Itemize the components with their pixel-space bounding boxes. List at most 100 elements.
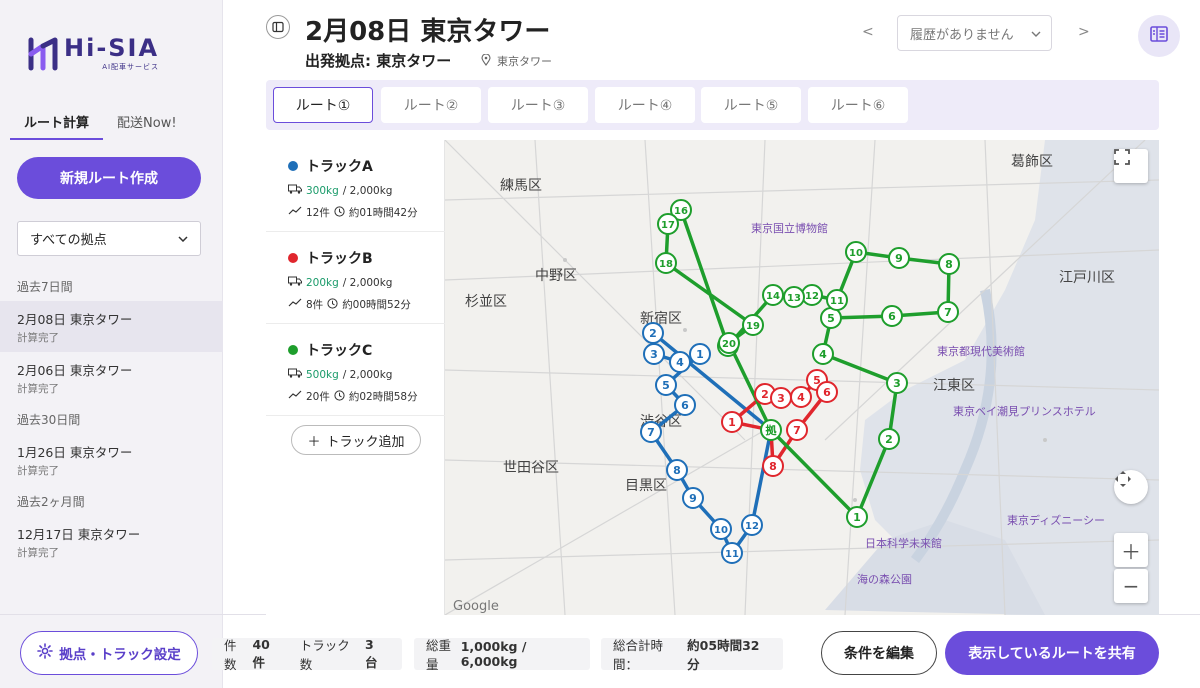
add-truck-button[interactable]: ＋ トラック追加 bbox=[291, 425, 421, 455]
zoom-out-button[interactable]: − bbox=[1114, 569, 1148, 603]
tab-route-6[interactable]: ルート⑥ bbox=[808, 87, 908, 123]
map-label: 東京国立博物館 bbox=[751, 221, 828, 235]
fullscreen-button[interactable] bbox=[1114, 149, 1148, 183]
truck-color-dot bbox=[288, 161, 298, 171]
map-label: 江東区 bbox=[933, 378, 975, 394]
stop-number: 2 bbox=[649, 327, 657, 340]
map-pan-control[interactable] bbox=[1114, 470, 1148, 504]
truck-color-dot bbox=[288, 253, 298, 263]
sidebar: Hi-SIA AI配車サービス ルート計算 配送Now! 新規ルート作成 すべて… bbox=[0, 0, 223, 688]
stop-number: 8 bbox=[673, 464, 681, 477]
stop-number: 9 bbox=[689, 492, 697, 505]
truck-card[interactable]: トラックA 300kg / 2,000kg 12件 約01時間42分 bbox=[266, 140, 445, 232]
view-toggle-button[interactable] bbox=[1138, 15, 1180, 57]
stop-number: 12 bbox=[745, 521, 759, 532]
stat-value: 約05時間32分 bbox=[687, 638, 760, 672]
truck-card[interactable]: トラックB 200kg / 2,000kg 8件 約00時間52分 bbox=[266, 232, 445, 324]
stop-number: 19 bbox=[746, 321, 760, 332]
tab-delivery-now[interactable]: 配送Now! bbox=[103, 108, 191, 140]
stop-number: 11 bbox=[830, 296, 844, 307]
logo-subtitle: AI配車サービス bbox=[102, 63, 160, 71]
logo-mark-icon bbox=[28, 36, 58, 72]
stop-number: 1 bbox=[696, 348, 704, 361]
stop-number: 8 bbox=[769, 460, 777, 473]
base-select-value: すべての拠点 bbox=[30, 233, 107, 248]
map-label: 杉並区 bbox=[465, 294, 507, 310]
stop-number: 10 bbox=[714, 525, 728, 536]
truck-color-dot bbox=[288, 345, 298, 355]
truck-icon bbox=[288, 368, 302, 381]
history-next-button[interactable]: > bbox=[1078, 24, 1090, 40]
page-subtitle: 出発拠点: 東京タワー bbox=[305, 52, 452, 70]
stop-number: 17 bbox=[661, 220, 675, 231]
route-tabs: ルート① ルート② ルート③ ルート④ ルート⑤ ルート⑥ bbox=[266, 80, 1159, 130]
zoom-in-button[interactable]: ＋ bbox=[1114, 533, 1148, 567]
history-select[interactable]: 履歴がありません bbox=[897, 15, 1052, 51]
truck-time: 約02時間58分 bbox=[348, 391, 418, 403]
stat-total-time: 総合計時間： 約05時間32分 bbox=[601, 638, 783, 672]
stop-number: 10 bbox=[849, 248, 863, 259]
map-label: 葛飾区 bbox=[1011, 154, 1053, 170]
history-item-title: 2月08日 東京タワー bbox=[17, 312, 133, 327]
chevron-down-icon bbox=[178, 231, 188, 246]
map-label: 東京ディズニーシー bbox=[1007, 513, 1105, 527]
stat-label: 件数 bbox=[224, 638, 237, 672]
trend-icon bbox=[288, 390, 302, 403]
stop-number: 4 bbox=[819, 348, 827, 361]
base-select[interactable]: すべての拠点 bbox=[17, 221, 201, 256]
truck-name: トラックB bbox=[306, 251, 373, 267]
map-label: 中野区 bbox=[535, 268, 577, 284]
history-group-label: 過去2ヶ月間 bbox=[17, 495, 85, 509]
stop-number: 9 bbox=[895, 252, 903, 265]
plus-icon: ＋ bbox=[307, 434, 321, 450]
history-item-title: 2月06日 東京タワー bbox=[17, 363, 133, 378]
stop-number: 1 bbox=[728, 416, 736, 429]
map-label: 江戸川区 bbox=[1059, 270, 1115, 286]
stop-number: 4 bbox=[676, 356, 684, 369]
settings-label: 拠点・トラック設定 bbox=[59, 647, 181, 663]
base-truck-settings-button[interactable]: 拠点・トラック設定 bbox=[20, 631, 198, 675]
trend-icon bbox=[288, 298, 302, 311]
history-item-status: 計算完了 bbox=[17, 465, 59, 477]
stop-number: 18 bbox=[659, 259, 673, 270]
new-route-button[interactable]: 新規ルート作成 bbox=[17, 157, 201, 199]
document-icon bbox=[1150, 26, 1168, 46]
tab-route-calc[interactable]: ルート計算 bbox=[10, 108, 104, 140]
truck-card[interactable]: トラックC 500kg / 2,000kg 20件 約02時間58分 bbox=[266, 324, 445, 416]
stat-label: 総合計時間： bbox=[613, 638, 664, 672]
location-text: 東京タワー bbox=[497, 55, 552, 68]
stat-value: 3 台 bbox=[364, 637, 378, 670]
route-map[interactable]: 練馬区 葛飾区 中野区 杉並区 新宿区 江戸川区 江東区 渋谷区 世田谷区 目黒区 東京国立博物館東… bbox=[445, 140, 1159, 615]
stop-number: 14 bbox=[766, 291, 780, 302]
stop-number: 3 bbox=[893, 377, 901, 390]
history-item[interactable]: 2月06日 東京タワー 計算完了 bbox=[0, 352, 223, 403]
gear-icon bbox=[37, 643, 54, 663]
tab-route-2[interactable]: ルート② bbox=[381, 87, 481, 123]
history-item[interactable]: 1月26日 東京タワー 計算完了 bbox=[0, 434, 223, 485]
history-prev-button[interactable]: < bbox=[862, 24, 874, 40]
stop-number: 3 bbox=[777, 392, 785, 405]
history-item-status: 計算完了 bbox=[17, 547, 59, 559]
truck-stop-count: 20件 bbox=[306, 391, 330, 403]
history-item[interactable]: 2月08日 東京タワー 計算完了 bbox=[0, 301, 223, 352]
depot-label: 拠 bbox=[766, 423, 778, 437]
tab-route-3[interactable]: ルート③ bbox=[488, 87, 588, 123]
truck-icon bbox=[288, 184, 302, 197]
truck-load: 200kg bbox=[306, 276, 339, 289]
history-item[interactable]: 12月17日 東京タワー 計算完了 bbox=[0, 516, 223, 567]
stop-number: 7 bbox=[944, 306, 952, 319]
stop-number: 5 bbox=[662, 379, 670, 392]
history-item-status: 計算完了 bbox=[17, 332, 59, 344]
add-truck-label: トラック追加 bbox=[326, 434, 405, 450]
tab-route-5[interactable]: ルート⑤ bbox=[701, 87, 801, 123]
tab-route-4[interactable]: ルート④ bbox=[595, 87, 695, 123]
stop-number: 7 bbox=[793, 424, 801, 437]
share-route-button[interactable]: 表示しているルートを共有 bbox=[945, 631, 1159, 675]
app-logo[interactable]: Hi-SIA AI配車サービス bbox=[28, 36, 159, 72]
clock-icon bbox=[334, 205, 345, 220]
stat-label: 総重量 bbox=[426, 638, 452, 672]
sidebar-toggle-button[interactable] bbox=[266, 15, 290, 39]
map-label: 世田谷区 bbox=[503, 460, 559, 476]
edit-conditions-button[interactable]: 条件を編集 bbox=[821, 631, 937, 675]
tab-route-1[interactable]: ルート① bbox=[273, 87, 373, 123]
